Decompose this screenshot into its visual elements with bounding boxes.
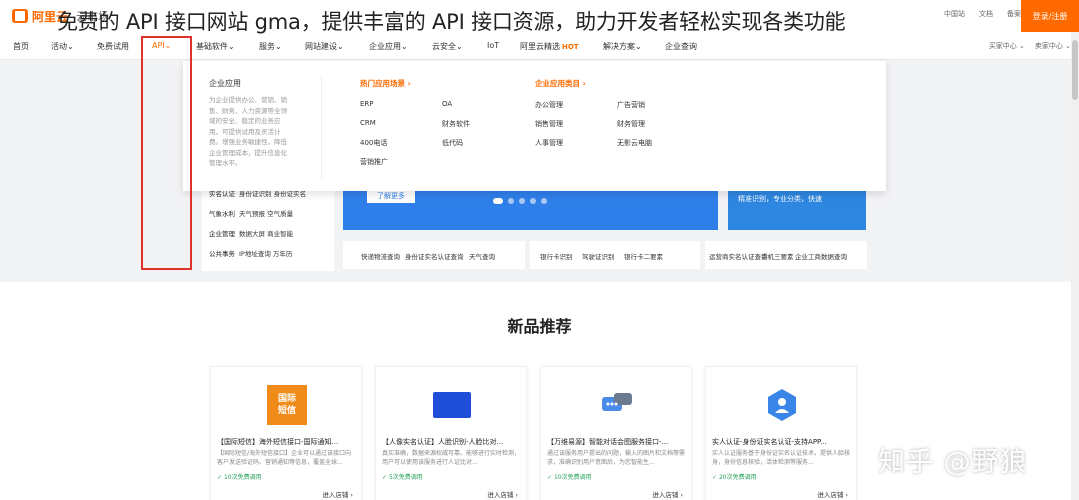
intl-sms-icon-text: 国际短信: [277, 394, 296, 416]
card-title: 【万维易源】智能对话会图服务接口-...: [547, 438, 669, 446]
enter-store-link[interactable]: 进入店铺 ›: [487, 489, 518, 499]
enter-store-link[interactable]: 进入店铺 ›: [817, 489, 848, 499]
section-title: 新品推荐: [507, 317, 572, 336]
identity-icon: [762, 385, 802, 425]
top-link[interactable]: 备案: [1007, 9, 1021, 19]
quick-tag[interactable]: 银行卡二要素: [624, 251, 663, 261]
card-desc: 通过该服务用户提出的问题，输入的图片和文档等需求，准确识别用户意图后，为您智能生…: [547, 450, 686, 466]
category-row[interactable]: 企业管理 数据大屏 商业智能: [209, 228, 293, 238]
quick-tags-1: 快递物流查询 身份证实名认证查询 天气查询: [343, 241, 525, 269]
seller-center-link[interactable]: 卖家中心 ⌄: [1035, 41, 1071, 51]
quick-tag[interactable]: 企业工商数据查询: [795, 251, 847, 261]
carousel-dot[interactable]: [530, 198, 536, 204]
quick-tag[interactable]: 手机三要素: [761, 251, 794, 261]
carousel-dot[interactable]: [493, 198, 503, 204]
dropdown-link[interactable]: 400电话: [360, 138, 387, 148]
dropdown-link[interactable]: 广告营销: [617, 100, 645, 110]
enter-store-link[interactable]: 进入店铺 ›: [652, 489, 683, 499]
top-right-links: 中国站 文档 备案: [944, 9, 1021, 19]
dropdown-link[interactable]: 财务管理: [617, 119, 645, 129]
side-banner-text: 精准识别，专业分类，快速: [738, 195, 822, 203]
product-card[interactable]: 实人认证-身份证实名认证-支持APP... 实人认证服务基于身份证实名认证技术，…: [705, 366, 857, 500]
nav-item-iot[interactable]: IoT: [487, 41, 499, 50]
dropdown-link[interactable]: 销售管理: [535, 119, 563, 129]
quick-tag[interactable]: 身份证实名认证查询: [405, 251, 464, 261]
card-desc: 实人认证服务基于身份证实名认证技术，提供人脸核身，身份信息核验，活体检测等服务.…: [712, 450, 851, 466]
page-scrollbar[interactable]: [1071, 32, 1079, 500]
card-title: 实人认证-身份证实名认证-支持APP...: [712, 438, 827, 446]
watermark: 知乎 @野狼: [878, 447, 1028, 478]
quick-tag[interactable]: 快递物流查询: [361, 251, 400, 261]
category-row[interactable]: 公共事务 IP地址查询 万年历: [209, 248, 292, 258]
quick-tag[interactable]: 驾驶证识别: [582, 251, 615, 261]
carousel-dot[interactable]: [508, 198, 514, 204]
dropdown-link[interactable]: 办公管理: [535, 100, 563, 110]
carousel-dot[interactable]: [519, 198, 525, 204]
dropdown-link[interactable]: 人事管理: [535, 138, 563, 148]
scrollbar-thumb[interactable]: [1072, 40, 1078, 100]
hot-badge: HOT: [562, 43, 579, 51]
nav-item-solutions[interactable]: 解决方案⌄: [603, 41, 642, 52]
top-link[interactable]: 中国站: [944, 9, 965, 19]
free-calls-badge: ✓ 5次免费调用: [382, 474, 423, 481]
nav-item-website-build[interactable]: 网站建设⌄: [305, 41, 344, 52]
hot-scenarios-heading[interactable]: 热门应用场景 ›: [360, 78, 411, 89]
free-calls-badge: ✓ 10次免费调用: [547, 474, 592, 481]
nav-item-enterprise-apps[interactable]: 企业应用⌄: [369, 41, 408, 52]
carousel-dot[interactable]: [541, 198, 547, 204]
card-desc: 【国际短信/海外短信接口】企业可以通过该接口向客户发送验证码、营销通知等信息，覆…: [217, 450, 352, 466]
nav-item-services[interactable]: 服务⌄: [259, 41, 282, 52]
free-calls-badge: ✓ 10次免费调用: [217, 474, 262, 481]
dropdown-link[interactable]: 营销推广: [360, 157, 388, 167]
quick-tag[interactable]: 银行卡识别: [540, 251, 573, 261]
nav-item-home[interactable]: 首页: [13, 41, 29, 52]
quick-tags-2: 银行卡识别 驾驶证识别 银行卡二要素: [530, 241, 700, 269]
enter-store-link[interactable]: 进入店铺 ›: [322, 489, 353, 499]
nav-item-basic-software[interactable]: 基础软件⌄: [196, 41, 235, 52]
highlight-box: [141, 36, 192, 270]
product-card[interactable]: 【人像实名认证】人脸识别-人脸比对... 真实准确，数据来源权威可靠。能够进行实…: [375, 366, 527, 500]
product-card[interactable]: 【万维易源】智能对话会图服务接口-... 通过该服务用户提出的问题，输入的图片和…: [540, 366, 692, 500]
card-title: 【国际短信】海外短信接口-国际通知...: [217, 438, 339, 446]
intl-sms-icon: 国际短信: [267, 385, 307, 425]
top-link[interactable]: 文档: [979, 9, 993, 19]
api-dropdown-menu: 企业应用 为企业提供办公、营销、销售、财务、人力资源等全领域的安全、稳定的业务应…: [183, 61, 886, 191]
overlay-title: 免费的 API 接口网站 gma，提供丰富的 API 接口资源，助力开发者轻松实…: [57, 10, 846, 34]
free-calls-badge: ✓ 20次免费调用: [712, 474, 757, 481]
dropdown-sidebar-desc: 为企业提供办公、营销、销售、财务、人力资源等全领域的安全、稳定的业务应用，可提供…: [209, 96, 287, 167]
nav-item-activity[interactable]: 活动⌄: [51, 41, 74, 52]
dropdown-sidebar-title[interactable]: 企业应用: [209, 78, 241, 89]
nav-item-company-search[interactable]: 企业查询: [665, 41, 697, 52]
carousel-dots: [493, 198, 547, 204]
dropdown-link[interactable]: ERP: [360, 100, 374, 108]
logo-icon: [12, 9, 28, 23]
product-card[interactable]: 国际短信 【国际短信】海外短信接口-国际通知... 【国际短信/海外短信接口】企…: [210, 366, 362, 500]
chat-icon: [597, 385, 637, 425]
quick-tag[interactable]: 天气查询: [469, 251, 495, 261]
divider: [321, 75, 322, 179]
face-auth-icon: [432, 385, 472, 425]
nav-item-cloud-security[interactable]: 云安全⌄: [432, 41, 463, 52]
dropdown-link[interactable]: OA: [442, 100, 452, 108]
dropdown-link[interactable]: 财务软件: [442, 119, 470, 129]
app-categories-heading[interactable]: 企业应用类目 ›: [535, 78, 586, 89]
quick-tag[interactable]: 运营商实名认证查询: [709, 251, 768, 261]
dropdown-link[interactable]: CRM: [360, 119, 376, 127]
card-desc: 真实准确，数据来源权威可靠。能够进行实时检测，用户可以使用该服务进行人证比对..…: [382, 450, 521, 466]
login-button[interactable]: 登录/注册: [1021, 0, 1079, 32]
dropdown-link[interactable]: 低代码: [442, 138, 463, 148]
card-title: 【人像实名认证】人脸识别-人脸比对...: [382, 438, 504, 446]
nav-item-aliyun-select[interactable]: 阿里云精选 HOT: [520, 41, 579, 52]
buyer-center-link[interactable]: 买家中心 ⌄: [989, 41, 1025, 51]
nav-item-free-trial[interactable]: 免费试用: [97, 41, 129, 52]
category-row[interactable]: 气象水利 天气预报 空气质量: [209, 208, 293, 218]
quick-tags-3: 运营商实名认证查询 手机三要素 企业工商数据查询: [705, 241, 867, 269]
dropdown-link[interactable]: 无影云电脑: [617, 138, 652, 148]
nav-right-links: 买家中心 ⌄ 卖家中心 ⌄: [989, 41, 1071, 51]
